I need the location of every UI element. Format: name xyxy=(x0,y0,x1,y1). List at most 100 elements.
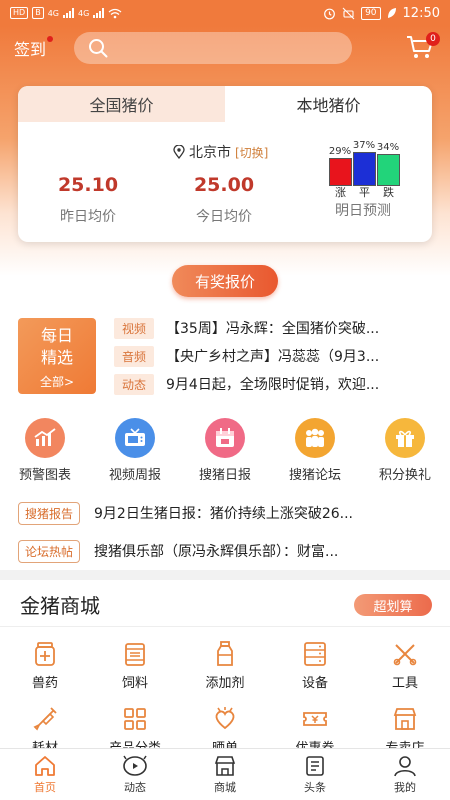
coupon-icon xyxy=(303,712,327,726)
notification-dot xyxy=(47,36,54,42)
search-bar[interactable] xyxy=(74,32,353,64)
today-price-label: 今日均价 xyxy=(196,209,252,225)
nav-home[interactable]: 首页 xyxy=(0,749,90,800)
news-item[interactable]: 音频 【央广乡村之声】冯蕊蕊（9月3... xyxy=(114,342,440,370)
signal-icon xyxy=(93,8,105,18)
search-input[interactable] xyxy=(114,40,335,56)
news-text: 【央广乡村之声】冯蕊蕊（9月3... xyxy=(166,349,380,365)
leaf-icon xyxy=(387,8,396,18)
switch-city-link[interactable]: [切换] xyxy=(235,144,268,161)
mall-item-feed[interactable]: 饲料 xyxy=(90,640,180,691)
mall-category-grid: 兽药 饲料 添加剂 设备 工具 耗材 产品分类 晒单 xyxy=(0,640,450,756)
report-text: 搜猪俱乐部（原冯永辉俱乐部）：财富... xyxy=(94,544,339,560)
report-row[interactable]: 论坛热帖 搜猪俱乐部（原冯永辉俱乐部）：财富... xyxy=(18,538,414,564)
people-icon xyxy=(295,418,335,458)
news-item[interactable]: 动态 9月4日起，全场限时促销，欢迎... xyxy=(114,370,440,398)
forecast-title: 明日预测 xyxy=(335,203,391,219)
status-bar: HD B 4G 4G 90 12:50 xyxy=(0,0,450,26)
hd-indicator: HD xyxy=(10,7,29,19)
mall-item-medicine[interactable]: 兽药 xyxy=(0,640,90,691)
price-tabs: 全国猪价 本地猪价 xyxy=(18,86,432,122)
daily-picks-card[interactable]: 每日 精选 全部> xyxy=(18,318,96,394)
mall-item-equipment[interactable]: 设备 xyxy=(270,640,360,691)
nav-headlines[interactable]: 头条 xyxy=(270,749,360,800)
tab-local-price[interactable]: 本地猪价 xyxy=(225,86,432,122)
mall-title: 金猪商城 xyxy=(20,594,100,618)
nav-mall[interactable]: 商城 xyxy=(180,749,270,800)
medicine-icon xyxy=(35,642,55,666)
nav-label: 头条 xyxy=(304,780,326,794)
quick-link-label: 搜猪日报 xyxy=(198,468,251,483)
shop-icon xyxy=(214,755,236,776)
search-icon xyxy=(89,39,108,58)
today-price-block: 25.00 今日均价 xyxy=(184,174,264,226)
city-name: 北京市 xyxy=(189,145,231,161)
bottom-nav: 首页 动态 商城 头条 我的 xyxy=(0,748,450,800)
quick-link-label: 视频周报 xyxy=(108,468,161,483)
report-tag: 论坛热帖 xyxy=(18,539,81,563)
quick-link-forum[interactable]: 搜猪论坛 xyxy=(270,418,360,486)
tools-icon xyxy=(393,644,417,666)
today-price-value: 25.00 xyxy=(193,174,255,196)
alarm-icon xyxy=(324,8,335,19)
mute-icon xyxy=(342,7,355,19)
location-selector[interactable]: 北京市 [切换] xyxy=(173,142,268,162)
signin-button[interactable]: 签到 xyxy=(14,36,54,60)
forecast-bar xyxy=(377,154,400,186)
mall-item-additive[interactable]: 添加剂 xyxy=(180,640,270,691)
tomorrow-forecast[interactable]: 明日预测 29% 涨 37% 平 34% 跌 xyxy=(329,134,400,219)
super-deal-button[interactable]: 超划算 xyxy=(354,594,432,616)
nav-profile[interactable]: 我的 xyxy=(360,749,450,800)
quick-link-label: 积分换礼 xyxy=(378,468,431,483)
quick-link-warning-chart[interactable]: 预警图表 xyxy=(0,418,90,486)
yesterday-price-value: 25.10 xyxy=(57,174,119,196)
daily-all-link[interactable]: 全部> xyxy=(26,373,88,390)
forecast-percent: 34% xyxy=(376,142,400,153)
app-screen: HD B 4G 4G 90 12:50 签到 0 全国猪价 本地猪价 北京市 [… xyxy=(0,0,450,800)
pig-play-icon xyxy=(123,755,147,776)
location-pin-icon xyxy=(173,145,185,159)
forecast-label: 平 xyxy=(359,186,370,199)
tab-national-price[interactable]: 全国猪价 xyxy=(18,86,225,122)
tv-icon xyxy=(115,418,155,458)
clock-time: 12:50 xyxy=(402,5,440,21)
mall-item-tools[interactable]: 工具 xyxy=(360,640,450,691)
network-label: 4G xyxy=(47,8,59,18)
daily-title-line1: 每日 xyxy=(40,326,73,345)
news-item[interactable]: 视频 【35周】冯永辉：全国猪价突破... xyxy=(114,314,440,342)
syringe-icon xyxy=(33,707,57,731)
nav-label: 动态 xyxy=(124,780,146,794)
mall-item-label: 设备 xyxy=(301,676,328,691)
report-tag: 搜猪报告 xyxy=(18,501,81,525)
quick-link-video-weekly[interactable]: 视频周报 xyxy=(90,418,180,486)
report-row[interactable]: 搜猪报告 9月2日生猪日报：猪价持续上涨突破26... xyxy=(18,500,414,526)
news-tag: 视频 xyxy=(114,317,154,339)
news-tag: 音频 xyxy=(114,345,154,367)
news-text: 9月4日起，全场限时促销，欢迎... xyxy=(166,377,380,393)
yesterday-price-label: 昨日均价 xyxy=(60,209,116,225)
reward-quote-button[interactable]: 有奖报价 xyxy=(172,265,278,297)
category-icon xyxy=(124,708,146,730)
quick-link-label: 预警图表 xyxy=(18,468,71,483)
forecast-bar xyxy=(353,152,376,186)
wifi-icon xyxy=(108,8,122,18)
cart-badge: 0 xyxy=(426,32,440,46)
nav-label: 商城 xyxy=(214,780,236,794)
nav-dynamics[interactable]: 动态 xyxy=(90,749,180,800)
news-list: 视频 【35周】冯永辉：全国猪价突破... 音频 【央广乡村之声】冯蕊蕊（9月3… xyxy=(114,314,440,398)
store-icon xyxy=(393,708,417,730)
mall-divider xyxy=(0,626,450,627)
quick-link-daily-report[interactable]: 搜猪日报 xyxy=(180,418,270,486)
quick-link-label: 搜猪论坛 xyxy=(288,468,341,483)
mall-item-label: 工具 xyxy=(391,676,418,691)
mall-item-label: 兽药 xyxy=(31,676,58,691)
top-bar: 签到 0 xyxy=(0,26,450,70)
equipment-icon xyxy=(304,642,326,666)
news-text: 【35周】冯永辉：全国猪价突破... xyxy=(166,321,380,337)
mall-item-label: 饲料 xyxy=(121,676,148,691)
signal-icon xyxy=(62,8,74,18)
forecast-label: 跌 xyxy=(383,186,394,199)
cart-button[interactable]: 0 xyxy=(406,32,440,62)
bottle-icon xyxy=(217,641,233,666)
quick-link-points-gift[interactable]: 积分换礼 xyxy=(360,418,450,486)
